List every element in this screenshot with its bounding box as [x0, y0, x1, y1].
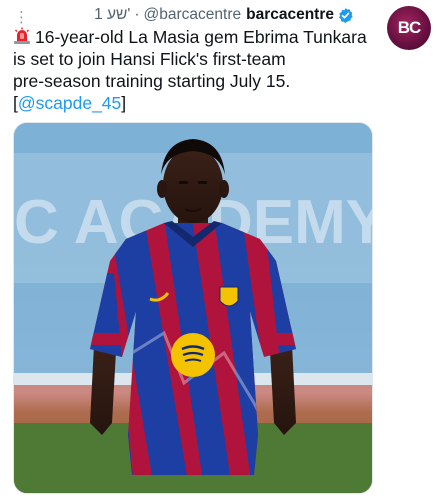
- author-avatar[interactable]: BC: [387, 6, 431, 50]
- tweet-text: 16-year-old La Masia gem Ebrima Tunkara …: [13, 26, 368, 114]
- tweet-line-2: is set to join Hansi Flick's first-team: [13, 49, 286, 69]
- header-separator: ·: [134, 6, 140, 23]
- tweet-header: 1 שע' · @barcacentre barcacentre: [94, 6, 354, 24]
- more-options-icon[interactable]: ⋮: [14, 9, 29, 27]
- verified-badge-icon: [337, 7, 354, 24]
- tweet-line-1: 16-year-old La Masia gem Ebrima Tunkara: [13, 26, 368, 48]
- mention-link[interactable]: @scapde_45: [18, 93, 121, 113]
- tweet-line-4: [@scapde_45]: [13, 93, 127, 113]
- tweet-timestamp[interactable]: 1 שע': [94, 6, 130, 24]
- police-light-emoji-icon: [13, 27, 31, 45]
- tweet-media-image[interactable]: C ACADEMY C: [13, 122, 373, 494]
- avatar-logo-text: BC: [397, 18, 422, 37]
- author-display-name[interactable]: barcacentre: [246, 6, 334, 24]
- author-handle[interactable]: @barcacentre: [144, 6, 242, 24]
- tweet-line-3: pre-season training starting July 15.: [13, 71, 291, 91]
